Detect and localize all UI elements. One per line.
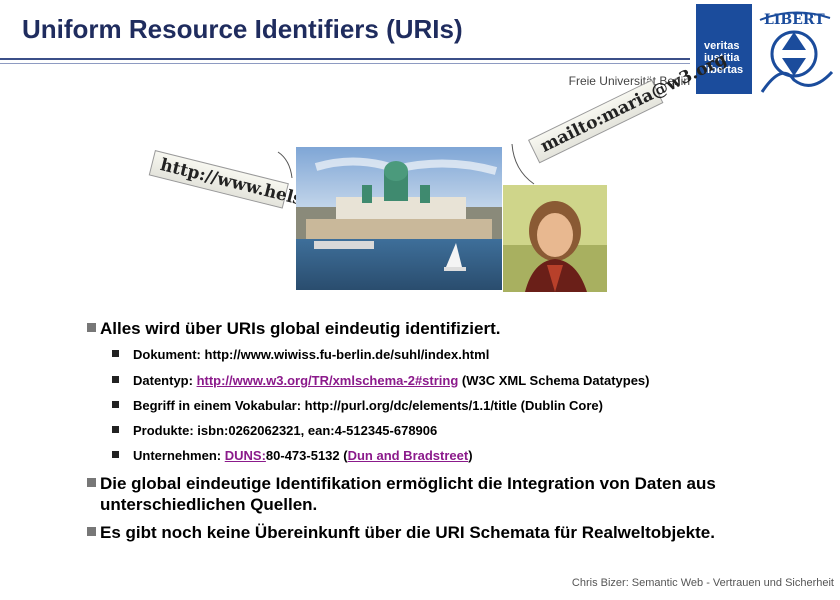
tag-string-right	[511, 143, 535, 185]
person-photo	[503, 185, 607, 292]
bullet-text: Es gibt noch keine Übereinkunft über die…	[100, 523, 715, 542]
datatype-label: Datentyp:	[133, 373, 197, 388]
bullet-text: Die global eindeutige Identifikation erm…	[100, 474, 716, 514]
sub-bullet-text: Datentyp: http://www.w3.org/TR/xmlschema…	[133, 373, 650, 389]
square-bullet-icon	[87, 478, 96, 487]
duns-number: 80-473-5132 (	[265, 448, 348, 463]
footer-credit: Chris Bizer: Semantic Web - Vertrauen un…	[571, 577, 834, 589]
square-bullet-icon	[87, 323, 96, 332]
square-bullet-icon	[112, 401, 119, 408]
title-divider	[0, 58, 690, 60]
slide-title: Uniform Resource Identifiers (URIs)	[22, 14, 463, 44]
company-label: Unternehmen:	[133, 448, 225, 463]
square-bullet-icon	[112, 451, 119, 458]
duns-link[interactable]: DUNS:	[225, 448, 266, 463]
title-divider-thin	[0, 63, 690, 64]
square-bullet-icon	[112, 426, 119, 433]
sub-bullet-text: Unternehmen: DUNS:80-473-5132 (Dun and B…	[133, 448, 473, 464]
xmlschema-link[interactable]: http://www.w3.org/TR/xmlschema-2#string	[197, 373, 459, 388]
tag-string-left	[277, 151, 293, 179]
company-close: )	[468, 448, 473, 463]
uri-tag-helsinki: http://www.helsinki.fi	[148, 150, 358, 223]
seal-text: LIBERT	[764, 12, 825, 28]
sub-bullet-text: Begriff in einem Vokabular: http://purl.…	[133, 398, 603, 413]
square-bullet-icon	[112, 350, 119, 357]
helsinki-photo	[296, 147, 502, 290]
bullet-text: Alles wird über URIs global eindeutig id…	[100, 319, 501, 338]
seal-icon: LIBERT	[752, 2, 836, 96]
square-bullet-icon	[87, 527, 96, 536]
datatype-note: (W3C XML Schema Datatypes)	[458, 373, 650, 388]
sub-bullet-text: Produkte: isbn:0262062321, ean:4-512345-…	[133, 423, 438, 438]
sub-bullet-text: Dokument: http://www.wiwiss.fu-berlin.de…	[133, 347, 490, 362]
square-bullet-icon	[112, 376, 119, 383]
uri-tag-mailto: mailto:maria@w3.org	[528, 49, 730, 164]
dun-bradstreet-link[interactable]: Dun and Bradstreet	[348, 448, 469, 463]
